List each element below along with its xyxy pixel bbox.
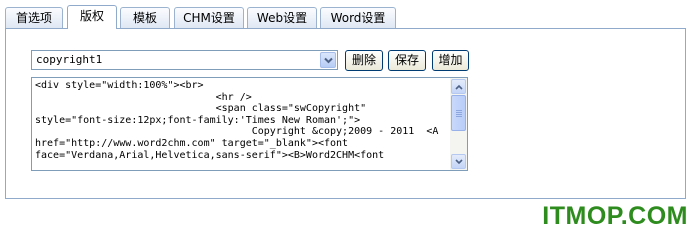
editor-content: <div style="width:100%"><br> <hr /> <spa… (35, 80, 449, 161)
tab-chm-settings[interactable]: CHM设置 (174, 7, 244, 28)
tab-preferences[interactable]: 首选项 (5, 7, 63, 28)
copyright-html-editor[interactable]: <div style="width:100%"><br> <hr /> <spa… (31, 77, 468, 171)
save-button[interactable]: 保存 (388, 50, 426, 71)
tab-bar: 首选项 版权 模板 CHM设置 Web设置 Word设置 (0, 0, 692, 29)
tab-templates[interactable]: 模板 (120, 7, 170, 28)
arrow-up-icon (455, 84, 463, 90)
scroll-down-button[interactable] (451, 154, 466, 169)
watermark-logo: ITMOP.COM (542, 202, 688, 230)
editor-line: <div style="width:100%"><br> (35, 80, 204, 91)
dropdown-button[interactable] (320, 52, 336, 68)
editor-line: <span class="swCopyright" (35, 103, 367, 115)
tab-label: 版权 (79, 9, 104, 23)
editor-line: <hr /> (35, 91, 252, 103)
vertical-scrollbar[interactable] (450, 78, 467, 170)
editor-line: href="http://www.word2chm.com" target="_… (35, 137, 349, 149)
editor-line: style="font-size:12px;font-family:'Times… (35, 114, 361, 126)
editor-line: Copyright &copy;2009 - 2011 <A (35, 126, 439, 138)
tab-label: 首选项 (15, 11, 52, 25)
tab-label: Web设置 (256, 11, 308, 25)
tab-label: CHM设置 (183, 11, 235, 25)
tab-copyright[interactable]: 版权 (67, 5, 117, 29)
tab-label: 模板 (132, 11, 157, 25)
copyright-select[interactable]: copyright1 (31, 50, 338, 70)
tab-web-settings[interactable]: Web设置 (247, 7, 317, 28)
tab-label: Word设置 (330, 11, 386, 25)
add-button[interactable]: 增加 (432, 50, 469, 71)
delete-button[interactable]: 删除 (345, 50, 383, 71)
tab-word-settings[interactable]: Word设置 (320, 7, 396, 28)
chevron-down-icon (324, 57, 333, 64)
scroll-thumb[interactable] (451, 95, 466, 131)
copyright-select-value: copyright1 (36, 53, 103, 66)
arrow-down-icon (455, 159, 463, 165)
editor-line: face="Verdana,Arial,Helvetica,sans-serif… (35, 149, 385, 161)
scroll-up-button[interactable] (451, 79, 466, 94)
